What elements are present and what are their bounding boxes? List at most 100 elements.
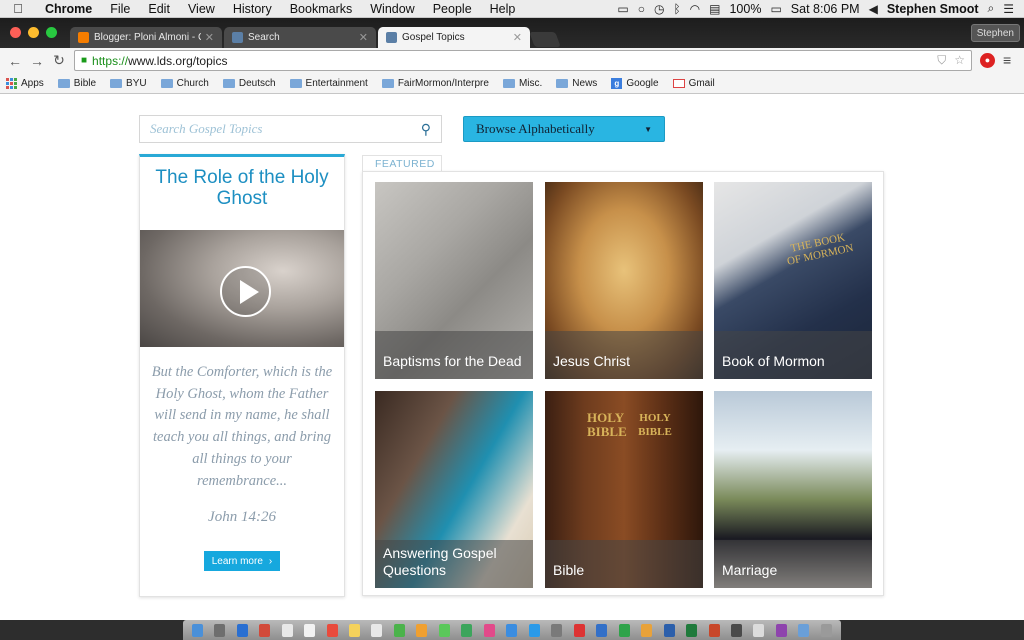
safari-icon[interactable]: [236, 623, 248, 637]
app-icon-purple[interactable]: [775, 623, 787, 637]
tile-bible[interactable]: HOLY BIBLE HOLY BIBLE Bible: [545, 391, 703, 588]
menu-view[interactable]: View: [179, 2, 224, 16]
spotlight-icon[interactable]: ⌕: [988, 1, 995, 16]
new-tab-button[interactable]: [529, 32, 561, 47]
bookmark-folder-fairmormon[interactable]: FairMormon/Interpre: [381, 78, 489, 89]
powerpoint-icon[interactable]: [708, 623, 720, 637]
bookmark-folder-misc[interactable]: Misc.: [502, 78, 542, 89]
tab-search[interactable]: Search ✕: [224, 27, 376, 48]
app-icon-orange[interactable]: [641, 623, 653, 637]
profile-button[interactable]: Stephen: [970, 24, 1020, 42]
chrome-toolbar: ← → ↻ ■ https:// www.lds.org/topics ⛉ ☆ …: [0, 48, 1024, 73]
feature-video[interactable]: [140, 230, 344, 347]
itunes-icon[interactable]: [483, 623, 495, 637]
menu-window[interactable]: Window: [361, 2, 423, 16]
macos-menu-bar:  Chrome File Edit View History Bookmark…: [0, 0, 1024, 18]
app-icon-red[interactable]: [573, 623, 585, 637]
bookmark-folder-deutsch[interactable]: Deutsch: [222, 78, 276, 89]
menu-history[interactable]: History: [224, 2, 281, 16]
tile-marriage[interactable]: Marriage: [714, 391, 872, 588]
menu-file[interactable]: File: [101, 2, 139, 16]
bible-spine-text: HOLY BIBLE: [638, 412, 672, 438]
system-preferences-icon[interactable]: [551, 623, 563, 637]
browse-alphabetically-dropdown[interactable]: Browse Alphabetically ▼: [463, 116, 665, 142]
bluetooth-icon[interactable]: ᛒ: [673, 2, 680, 16]
notification-center-icon[interactable]: ☰: [1003, 2, 1014, 16]
flag-icon[interactable]: ▤: [709, 2, 720, 16]
notes-icon[interactable]: [349, 623, 361, 637]
volume-icon[interactable]: ◀: [869, 2, 878, 16]
learn-more-button[interactable]: Learn more ›: [204, 551, 280, 571]
feature-quote: But the Comforter, which is the Holy Gho…: [151, 364, 333, 489]
battery-percent[interactable]: 100%: [729, 2, 761, 16]
bookmark-folder-byu[interactable]: BYU: [110, 78, 147, 89]
photos-icon[interactable]: [416, 623, 428, 637]
close-tab-icon[interactable]: ✕: [359, 31, 368, 44]
tile-baptisms-for-the-dead[interactable]: Baptisms for the Dead: [375, 182, 533, 379]
search-input[interactable]: [150, 121, 421, 137]
chrome-menu-icon[interactable]: ≡: [1003, 52, 1011, 68]
chrome-icon[interactable]: [259, 623, 271, 637]
bookmark-folder-news[interactable]: News: [556, 78, 597, 89]
wifi-icon[interactable]: ◠: [690, 2, 700, 16]
menu-bookmarks[interactable]: Bookmarks: [281, 2, 362, 16]
zoom-window-button[interactable]: [46, 27, 57, 38]
excel-icon[interactable]: [686, 623, 698, 637]
close-window-button[interactable]: [10, 27, 21, 38]
bookmark-gmail[interactable]: Gmail: [672, 78, 715, 89]
tile-book-of-mormon[interactable]: THE BOOK OF MORMON Book of Mormon: [714, 182, 872, 379]
address-bar[interactable]: ■ https:// www.lds.org/topics ⛉ ☆: [74, 50, 972, 71]
calendar-icon[interactable]: [326, 623, 338, 637]
apple-menu-icon[interactable]: : [0, 1, 36, 16]
launchpad-icon[interactable]: [214, 623, 226, 637]
menu-edit[interactable]: Edit: [139, 2, 179, 16]
tab-gospel-topics[interactable]: Gospel Topics ✕: [378, 27, 530, 48]
menu-help[interactable]: Help: [481, 2, 525, 16]
battery-icon[interactable]: ▭: [770, 2, 781, 16]
minimize-window-button[interactable]: [28, 27, 39, 38]
bookmark-apps[interactable]: Apps: [6, 77, 44, 89]
menu-user-name[interactable]: Stephen Smoot: [887, 2, 979, 16]
finder-icon[interactable]: [191, 623, 203, 637]
tile-jesus-christ[interactable]: Jesus Christ: [545, 182, 703, 379]
bookmark-star-icon[interactable]: ☆: [954, 53, 965, 68]
downloads-stack-icon[interactable]: [798, 623, 810, 637]
extension-icon[interactable]: ●: [980, 53, 995, 68]
time-machine-icon[interactable]: ◷: [654, 2, 664, 16]
feature-panel: The Role of the Holy Ghost But the Comfo…: [139, 154, 345, 597]
forward-arrow-icon[interactable]: →: [26, 53, 48, 69]
bookmark-folder-entertainment[interactable]: Entertainment: [289, 78, 368, 89]
mail-icon[interactable]: [281, 623, 293, 637]
trash-icon[interactable]: [820, 623, 832, 637]
facetime-icon[interactable]: [461, 623, 473, 637]
ibooks-icon[interactable]: [506, 623, 518, 637]
contacts-icon[interactable]: [304, 623, 316, 637]
bookmark-folder-church[interactable]: Church: [160, 78, 209, 89]
close-tab-icon[interactable]: ✕: [513, 31, 522, 44]
app-icon-blue[interactable]: [596, 623, 608, 637]
reminders-icon[interactable]: [371, 623, 383, 637]
messages-icon[interactable]: ○: [638, 2, 645, 16]
feature-title[interactable]: The Role of the Holy Ghost: [140, 167, 344, 209]
search-icon[interactable]: ⚲: [421, 121, 431, 138]
play-icon[interactable]: [220, 266, 271, 317]
tile-answering-gospel-questions[interactable]: Answering Gospel Questions: [375, 391, 533, 588]
app-store-icon[interactable]: [528, 623, 540, 637]
maps-icon[interactable]: [393, 623, 405, 637]
close-tab-icon[interactable]: ✕: [205, 31, 214, 44]
back-arrow-icon[interactable]: ←: [4, 53, 26, 69]
menu-app-name[interactable]: Chrome: [36, 2, 101, 16]
messages-app-icon[interactable]: [438, 623, 450, 637]
tab-blogger[interactable]: Blogger: Ploni Almoni - Cre ✕: [70, 27, 222, 48]
word-icon[interactable]: [663, 623, 675, 637]
reload-icon[interactable]: ↻: [48, 52, 70, 69]
menu-clock[interactable]: Sat 8:06 PM: [791, 2, 860, 16]
terminal-icon[interactable]: [730, 623, 742, 637]
shield-icon[interactable]: ⛉: [937, 53, 946, 68]
preview-icon[interactable]: [753, 623, 765, 637]
menu-people[interactable]: People: [424, 2, 481, 16]
app-icon-green[interactable]: [618, 623, 630, 637]
bookmark-folder-bible[interactable]: Bible: [57, 78, 96, 89]
airplay-icon[interactable]: ▭: [617, 2, 628, 16]
bookmark-google[interactable]: g Google: [611, 77, 659, 89]
